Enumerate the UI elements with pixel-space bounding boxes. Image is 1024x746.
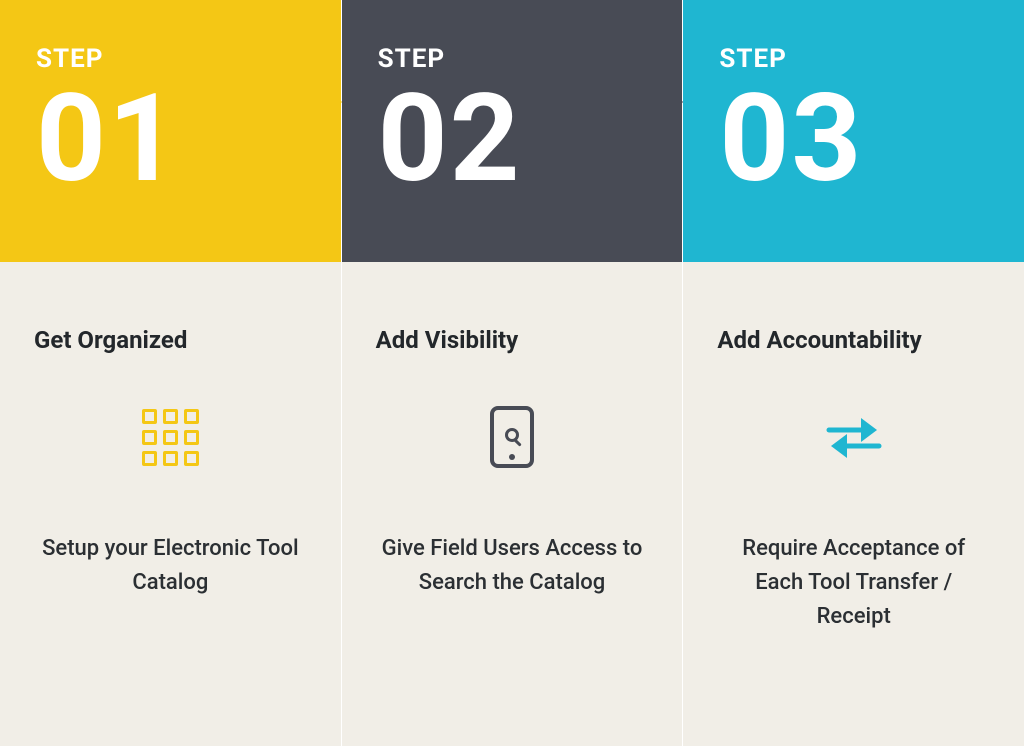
- step-title: Get Organized: [34, 326, 307, 354]
- arrow-connector-icon: [325, 84, 342, 120]
- step-number: 01: [36, 78, 305, 200]
- step-title: Add Accountability: [717, 326, 990, 354]
- step-number: 03: [719, 78, 988, 200]
- step-description: Require Acceptance of Each Tool Transfer…: [717, 532, 990, 634]
- step-header-1: STEP 01: [0, 0, 341, 262]
- step-number: 02: [378, 78, 647, 200]
- step-description: Setup your Electronic Tool Catalog: [34, 532, 307, 600]
- swap-arrows-icon: [717, 402, 990, 472]
- arrow-connector-icon: [666, 84, 683, 120]
- step-description: Give Field Users Access to Search the Ca…: [376, 532, 649, 600]
- step-card-3: STEP 03 Add Accountability Requi: [683, 0, 1024, 746]
- step-card-2: STEP 02 Add Visibility Give Field Users …: [342, 0, 683, 746]
- steps-container: STEP 01 Get Organized Setup your Electro…: [0, 0, 1024, 746]
- step-body-1: Get Organized Setup your Electronic Tool…: [0, 262, 341, 746]
- grid-icon: [34, 402, 307, 472]
- step-body-2: Add Visibility Give Field Users Access t…: [342, 262, 683, 746]
- step-header-3: STEP 03: [683, 0, 1024, 262]
- step-body-3: Add Accountability Require Acceptance of…: [683, 262, 1024, 746]
- phone-search-icon: [376, 402, 649, 472]
- step-header-2: STEP 02: [342, 0, 683, 262]
- step-title: Add Visibility: [376, 326, 649, 354]
- step-card-1: STEP 01 Get Organized Setup your Electro…: [0, 0, 341, 746]
